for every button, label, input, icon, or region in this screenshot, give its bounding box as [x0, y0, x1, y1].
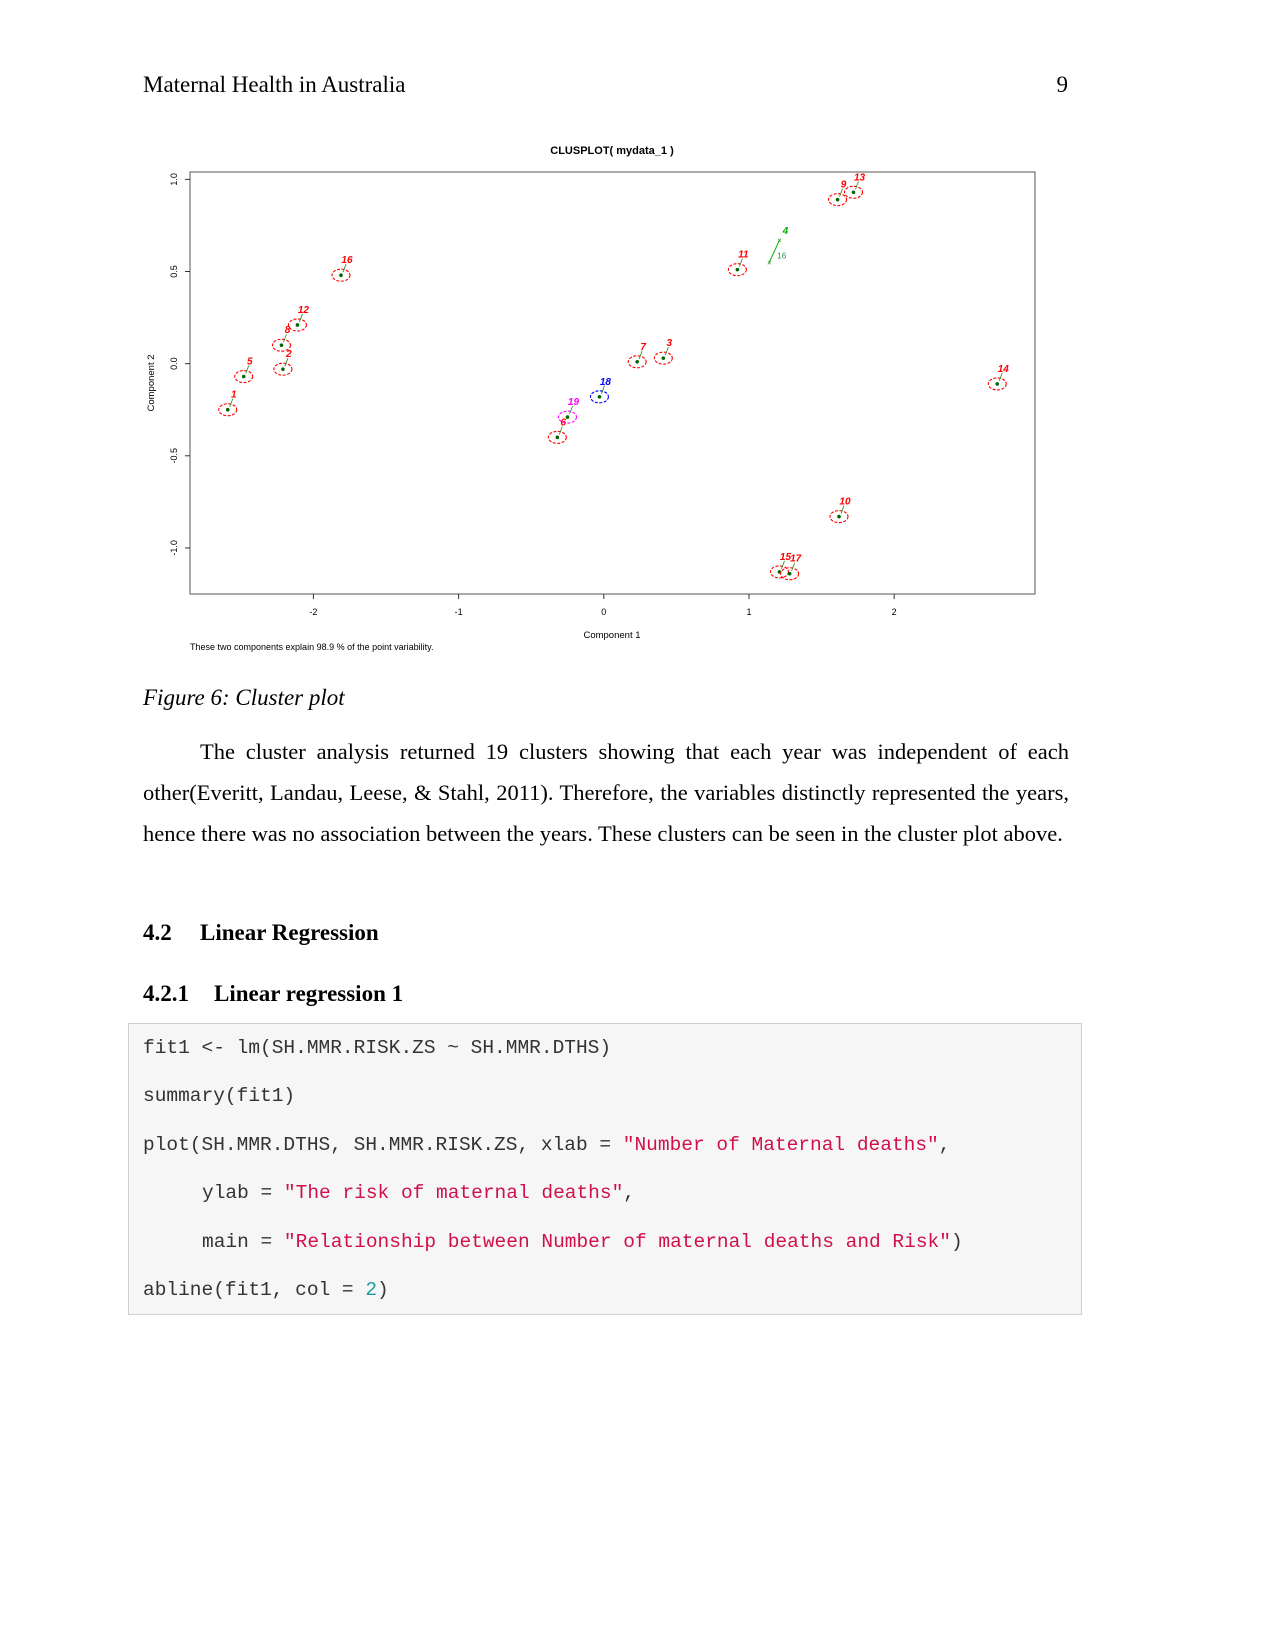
cluster-label: 10 [839, 497, 851, 508]
data-point [295, 323, 300, 327]
code-string: "The risk of maternal deaths" [283, 1182, 624, 1204]
y-tick-label: 0.0 [169, 357, 179, 370]
subsection-number: 4.2.1 [143, 981, 189, 1006]
cluster-label: 7 [640, 342, 646, 353]
data-point [225, 407, 230, 412]
y-tick-label: 0.5 [169, 265, 179, 278]
data-point [555, 435, 560, 440]
data-point [635, 360, 639, 364]
cluster-plot: CLUSPLOT( mydata_1 ) -2 -1 0 1 2 -1.0-0.50.0… [146, 145, 1036, 652]
section-number: 4.2 [143, 920, 172, 945]
code-line: plot(SH.MMR.DTHS, SH.MMR.RISK.ZS, xlab =… [143, 1134, 950, 1156]
cluster-marks: 15281216619187 311913141015 17××164 [218, 172, 1010, 581]
code-line: abline(fit1, col = 2) [143, 1279, 389, 1301]
point-label: 16 [777, 251, 786, 260]
x-tick-label: 1 [746, 607, 751, 617]
cluster-label: 18 [600, 377, 612, 388]
code-text: abline(fit1, col = [143, 1279, 366, 1301]
cluster-label: 1 [231, 390, 237, 401]
cluster-label: 4 [782, 226, 789, 237]
cluster-label: 12 [298, 305, 310, 316]
section-heading: 4.2 Linear Regression [143, 920, 379, 946]
cluster-label: 3 [667, 338, 673, 349]
data-point [735, 267, 740, 272]
section-title: Linear Regression [200, 920, 379, 945]
data-point [279, 343, 284, 348]
data-point [241, 374, 246, 379]
x-tick-label: -2 [309, 607, 317, 617]
y-tick-label: -0.5 [169, 448, 179, 464]
cluster-label: 16 [341, 255, 353, 266]
x-tick-label: 0 [601, 607, 606, 617]
code-line: ylab = "The risk of maternal deaths", [202, 1182, 635, 1204]
cluster-label: 17 [790, 554, 802, 565]
data-point [597, 395, 602, 399]
data-point [281, 367, 285, 371]
body-paragraph: The cluster analysis returned 19 cluster… [143, 739, 1069, 846]
data-point [565, 415, 570, 419]
x-axis: -2 -1 0 1 2 [309, 594, 897, 617]
y-axis-label: Component 2 [146, 354, 157, 411]
code-text: ylab = [202, 1182, 284, 1204]
data-point [661, 356, 666, 360]
cluster-label: 8 [285, 325, 291, 336]
y-tick-label: -1.0 [169, 540, 179, 556]
cluster-label: 14 [998, 364, 1010, 375]
x-axis-label: Component 1 [583, 630, 640, 641]
figure-caption: Figure 6: Cluster plot [143, 685, 345, 710]
code-text: , [938, 1134, 951, 1156]
code-number: 2 [365, 1279, 378, 1301]
data-point [837, 514, 841, 519]
code-line: main = "Relationship between Number of m… [202, 1231, 963, 1253]
y-axis: -1.0 -0.5 0.0 0.5 1.0 [169, 173, 190, 556]
data-point: × [767, 258, 772, 267]
code-line: summary(fit1) [143, 1085, 296, 1107]
code-text: main = [202, 1231, 284, 1253]
cluster-label: 19 [568, 397, 580, 408]
cluster-label: 11 [738, 250, 749, 261]
y-tick-label: 1.0 [169, 173, 179, 186]
data-point: × [777, 236, 782, 245]
x-tick-label: -1 [455, 607, 463, 617]
data-point [851, 190, 856, 195]
code-text: plot(SH.MMR.DTHS, SH.MMR.RISK.ZS, xlab = [143, 1134, 623, 1156]
data-point [995, 382, 1000, 386]
code-text: ) [950, 1231, 963, 1253]
code-text: ) [377, 1279, 389, 1301]
data-point [339, 273, 343, 277]
plot-frame [189, 171, 1036, 595]
code-block: fit1 <- lm(SH.MMR.RISK.ZS ~ SH.MMR.DTHS)… [128, 1023, 1082, 1315]
subsection-title: Linear regression 1 [214, 981, 404, 1006]
chart-subtitle: These two components explain 98.9 % of t… [190, 642, 433, 652]
subsection-heading: 4.2.1 Linear regression 1 [143, 981, 403, 1007]
cluster-label: 13 [854, 172, 866, 183]
data-point [787, 571, 792, 576]
chart-title: CLUSPLOT( mydata_1 ) [550, 145, 674, 157]
code-text: , [623, 1182, 635, 1204]
x-tick-label: 2 [892, 607, 897, 617]
cluster-label: 5 [247, 357, 253, 368]
code-string: "Relationship between Number of maternal… [283, 1231, 951, 1253]
code-string: "Number of Maternal deaths" [622, 1134, 939, 1156]
data-point [835, 197, 840, 202]
code-line: fit1 <- lm(SH.MMR.RISK.ZS ~ SH.MMR.DTHS) [143, 1037, 612, 1059]
